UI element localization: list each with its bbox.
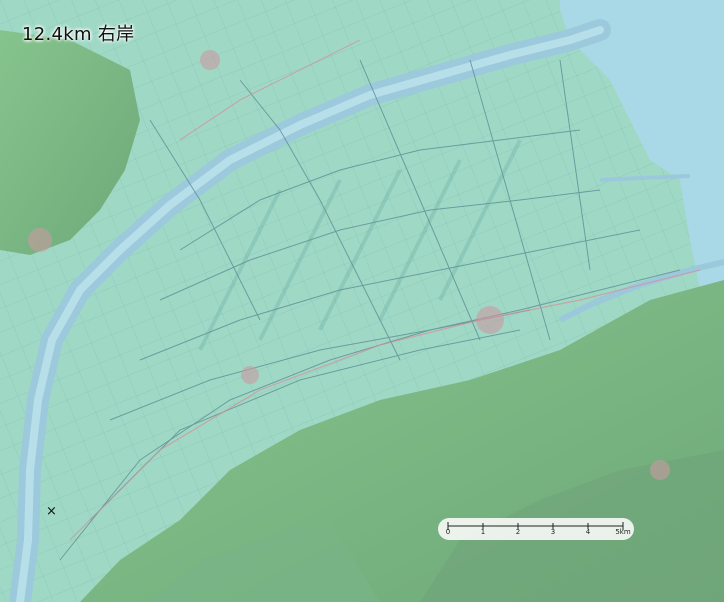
scale-label-3: 3 [550,528,556,536]
location-marker-icon: × [46,504,57,519]
map-view[interactable]: 12.4km 右岸 × 0 1 2 3 4 5km [0,0,724,602]
map-base [0,0,724,602]
scale-label-5: 5km [615,528,631,536]
scale-label-2: 2 [515,528,521,536]
scale-bar-line [447,522,624,530]
map-title: 12.4km 右岸 [22,24,135,45]
scale-label-4: 4 [585,528,591,536]
scale-bar: 0 1 2 3 4 5km [438,518,634,540]
scale-label-0: 0 [445,528,451,536]
scale-label-1: 1 [480,528,486,536]
